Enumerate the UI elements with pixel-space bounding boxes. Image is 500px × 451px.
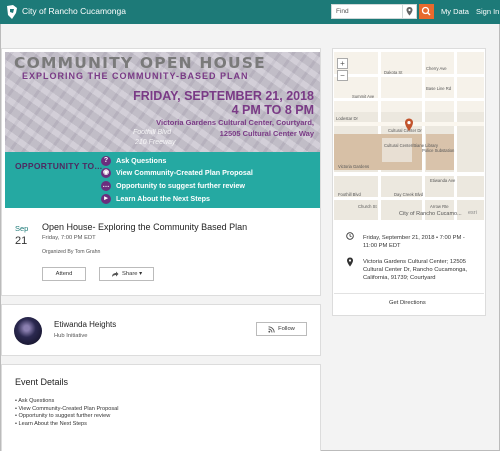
share-icon — [112, 271, 119, 277]
map-marker-icon[interactable] — [404, 118, 414, 132]
banner-date: FRIDAY, SEPTEMBER 21, 2018 — [133, 89, 314, 103]
event-month: Sep — [15, 224, 29, 233]
zoom-out-button[interactable]: − — [337, 70, 348, 81]
opportunity-item: ▸ Learn About the Next Steps — [101, 193, 210, 204]
event-details-title: Event Details — [15, 377, 69, 387]
map-label: Arrow Rte — [430, 204, 449, 209]
banner-location: 12505 Cultural Center Way — [219, 129, 314, 138]
hub-name[interactable]: Etiwanda Heights — [54, 320, 116, 329]
event-organizer: Organized By Tom Grahn — [42, 249, 101, 255]
event-details-list: • Ask Questions • View Community-Created… — [15, 398, 119, 429]
city-logo-icon[interactable] — [5, 4, 19, 20]
clock-icon — [346, 232, 354, 240]
event-time: Friday, 7:00 PM EDT — [42, 235, 96, 241]
list-item: • View Community-Created Plan Proposal — [15, 405, 119, 412]
map-label: Etiwanda Ave — [430, 178, 456, 183]
banner-title: COMMUNITY OPEN HOUSE — [14, 54, 266, 72]
location-pin-icon[interactable] — [403, 4, 417, 19]
banner-road-label: 210 Freeway — [135, 139, 176, 146]
zoom-in-button[interactable]: + — [337, 58, 348, 69]
follow-button[interactable]: Follow — [256, 322, 307, 336]
map-label: Summit Ave — [352, 94, 375, 99]
map-label: Church St — [358, 204, 377, 209]
opportunity-heading: OPPORTUNITY TO... — [15, 161, 103, 171]
banner-opportunities: OPPORTUNITY TO... ? Ask Questions ◉ View… — [5, 152, 320, 208]
event-day: 21 — [15, 235, 28, 247]
list-item: • Learn About the Next Steps — [15, 421, 87, 428]
list-item: • Ask Questions — [15, 398, 55, 404]
event-banner-image: COMMUNITY OPEN HOUSE EXPLORING THE COMMU… — [5, 52, 320, 208]
banner-aerial-photo: COMMUNITY OPEN HOUSE EXPLORING THE COMMU… — [5, 52, 320, 152]
rss-icon — [268, 325, 275, 333]
site-title[interactable]: City of Rancho Cucamonga — [22, 6, 126, 16]
opportunity-item: ? Ask Questions — [101, 155, 166, 166]
event-map[interactable]: Dakota St Cherry Ave Summit Ave Lodestar… — [334, 52, 484, 220]
divider — [334, 293, 484, 294]
banner-location: Victoria Gardens Cultural Center, Courty… — [156, 118, 314, 127]
map-label: Police Substation — [422, 148, 455, 153]
search-button[interactable] — [419, 4, 434, 19]
event-address: Victoria Gardens Cultural Center; 12505 … — [363, 259, 468, 281]
event-title: Open House- Exploring the Community Base… — [42, 222, 248, 232]
sign-in-link[interactable]: Sign In — [476, 7, 499, 16]
banner-subtitle: EXPLORING THE COMMUNITY-BASED PLAN — [22, 71, 249, 81]
opportunity-item: … Opportunity to suggest further review — [101, 180, 245, 191]
top-nav: City of Rancho Cucamonga Find My Data Si… — [0, 0, 500, 24]
map-label: Foothill Blvd — [338, 192, 361, 197]
avatar[interactable] — [14, 317, 42, 345]
location-pin-icon — [347, 257, 353, 267]
search-icon — [421, 6, 431, 16]
banner-time: 4 PM TO 8 PM — [231, 103, 314, 117]
banner-road-label: Foothill Blvd — [133, 129, 172, 136]
event-datetime: Friday, September 21, 2018 • 7:00 PM - 1… — [363, 235, 465, 249]
opportunity-item: ◉ View Community-Created Plan Proposal — [101, 167, 253, 178]
map-label: Base Line Rd — [426, 86, 452, 91]
map-attribution: City of Rancho Cucamo... — [399, 211, 462, 217]
map-label: Victoria Gardens — [338, 164, 370, 169]
map-label: Lodestar Dr — [336, 116, 358, 121]
search-input[interactable]: Find — [331, 4, 403, 19]
esri-logo: esri — [468, 210, 477, 216]
eye-icon: ◉ — [101, 167, 111, 178]
question-icon: ? — [101, 155, 111, 166]
hub-subtitle: Hub Initiative — [54, 333, 88, 339]
share-button[interactable]: Share ▾ — [99, 267, 154, 281]
speech-bubble-icon: … — [101, 180, 111, 191]
map-label: Day Creek Blvd — [394, 192, 424, 197]
get-directions-link[interactable]: Get Directions — [389, 300, 426, 306]
list-item: • Opportunity to suggest further review — [15, 413, 111, 420]
map-label: Cherry Ave — [426, 66, 447, 71]
my-data-link[interactable]: My Data — [441, 7, 469, 16]
arrow-right-icon: ▸ — [101, 193, 111, 204]
map-label: Dakota St — [384, 70, 403, 75]
attend-button[interactable]: Attend — [42, 267, 86, 281]
